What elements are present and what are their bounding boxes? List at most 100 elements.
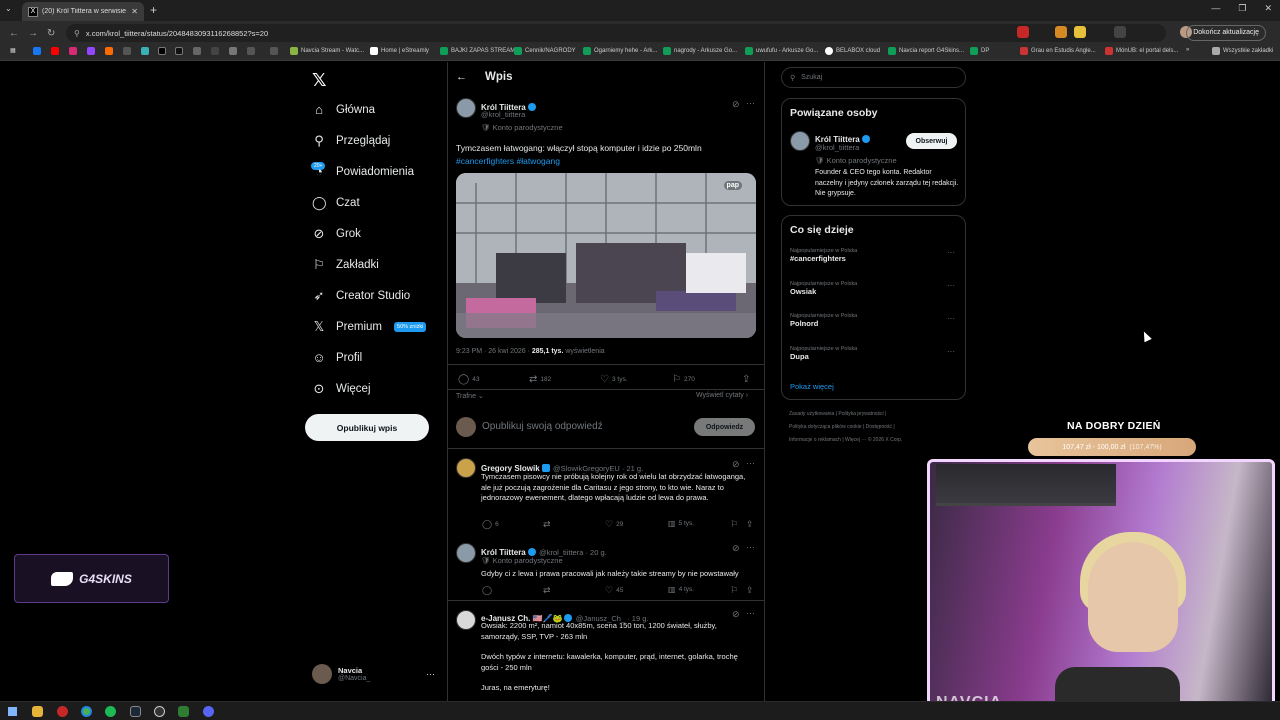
trend-item[interactable]: Najpopularniejsze w Polska Owsiak <box>790 281 857 296</box>
all-bookmarks-folder[interactable]: Wszystkie zakładki <box>1212 47 1273 55</box>
reply-button[interactable]: Odpowiedz <box>694 418 755 436</box>
more-options-icon[interactable]: ··· <box>746 608 755 618</box>
nav-item-profile[interactable]: ☺ Profil <box>312 350 362 365</box>
bookmark-item[interactable]: Home | eStreamly <box>370 47 429 55</box>
post-media-video[interactable]: pap <box>456 173 756 338</box>
bookmark-item[interactable]: Navcia Stream - Watc... <box>290 47 364 55</box>
opera-icon[interactable] <box>57 706 68 717</box>
nav-item-more[interactable]: ⊙ Więcej <box>312 381 371 397</box>
avatar[interactable] <box>456 543 476 563</box>
back-nav-icon[interactable]: ← <box>9 28 19 39</box>
tiktok-icon[interactable] <box>175 47 183 55</box>
discord-icon[interactable] <box>203 706 214 717</box>
bookmark-favicon-icon[interactable] <box>141 47 149 55</box>
account-switcher[interactable]: Navcia @Navcia_ <box>312 664 370 684</box>
more-options-icon[interactable]: ··· <box>746 458 755 468</box>
more-options-icon[interactable]: ··· <box>947 347 955 356</box>
bookmark-favicon-icon[interactable] <box>247 47 255 55</box>
twitch-icon[interactable] <box>87 47 95 55</box>
update-button[interactable]: Dokończ aktualizację <box>1186 25 1266 41</box>
reply-action[interactable]: ◯ 43 <box>458 374 479 385</box>
footer-links[interactable]: Informacje o reklamach | Więcej ··· © 20… <box>789 437 902 443</box>
post-hashtags[interactable]: #cancerfighters #łatwogang <box>456 155 756 168</box>
trend-item[interactable]: Najpopularniejsze w Polska #cancerfighter… <box>790 248 857 263</box>
nav-item-chat[interactable]: ◯ Czat <box>312 195 360 211</box>
facebook-icon[interactable] <box>33 47 41 55</box>
bookmark-favicon-icon[interactable] <box>193 47 201 55</box>
bookmark-item[interactable]: Ogarniemy hehe - Ark... <box>583 47 657 55</box>
post-handle[interactable]: @krol_tiittera <box>481 110 525 119</box>
bookmark-favicon-icon[interactable] <box>123 47 131 55</box>
obs-icon[interactable] <box>154 706 165 717</box>
grok-icon[interactable]: ⊘ <box>732 609 740 620</box>
like-action[interactable]: ♡ 45 <box>605 585 623 596</box>
file-explorer-icon[interactable] <box>32 706 43 717</box>
spotify-icon[interactable] <box>105 706 116 717</box>
reply-action[interactable]: ◯ 6 <box>482 519 499 530</box>
new-tab-icon[interactable]: + <box>150 3 157 17</box>
extension-icon[interactable] <box>1055 26 1067 38</box>
site-info-icon[interactable]: ⚲ <box>74 29 80 38</box>
like-action[interactable]: ♡ 29 <box>605 519 623 530</box>
bookmark-item[interactable]: Grau en Estudis Angle... <box>1020 47 1096 55</box>
bookmark-favicon-icon[interactable] <box>211 47 219 55</box>
x-favicon-icon[interactable] <box>158 47 166 55</box>
extension-icon[interactable] <box>1017 26 1029 38</box>
views-action[interactable]: ▥ 5 tys. <box>668 519 694 528</box>
back-arrow-icon[interactable]: ← <box>456 71 467 83</box>
repost-action[interactable]: ⇄ <box>543 585 551 596</box>
bookmark-item[interactable]: BAJKI ZAPAS STREAM <box>440 47 515 55</box>
nav-item-grok[interactable]: ⊘ Grok <box>312 226 361 242</box>
nav-item-notifications[interactable]: ◔ Powiadomienia <box>312 164 414 179</box>
reply-input[interactable]: Opublikuj swoją odpowiedź <box>482 421 603 432</box>
trend-item[interactable]: Najpopularniejsze w Polska Polnord <box>790 313 857 328</box>
windows-start-icon[interactable] <box>8 707 17 716</box>
avatar[interactable] <box>456 98 476 118</box>
views-action[interactable]: ▥ 4 tys. <box>668 585 694 594</box>
more-options-icon[interactable]: ··· <box>947 281 955 290</box>
related-handle[interactable]: @krol_tiittera <box>815 143 859 152</box>
address-bar[interactable]: ⚲ x.com/krol_tiittera/status/20484830931… <box>66 24 1166 42</box>
view-quotes-link[interactable]: Wyświetl cytaty › <box>696 392 748 399</box>
share-action[interactable]: ⇪ <box>746 519 754 530</box>
apps-icon[interactable]: ▦ <box>10 47 16 54</box>
bookmark-item[interactable]: Cennik/NAGRODY <box>514 47 576 55</box>
trend-item[interactable]: Najpopularniejsze w Polska Dupa <box>790 346 857 361</box>
close-tab-icon[interactable]: ✕ <box>131 7 138 16</box>
like-action[interactable]: ♡ 3 tys. <box>600 374 628 385</box>
bookmark-item[interactable]: uwufufu - Arkusze Go... <box>745 47 818 55</box>
grok-icon[interactable]: ⊘ <box>732 459 740 470</box>
bookmark-action[interactable]: ⚐ <box>730 519 738 530</box>
repost-action[interactable]: ⇄ <box>543 519 551 530</box>
show-more-link[interactable]: Pokaż więcej <box>790 382 834 391</box>
follow-button[interactable]: Obserwuj <box>906 133 957 149</box>
bookmark-item[interactable]: DP <box>970 47 989 55</box>
app-icon[interactable] <box>178 706 189 717</box>
bookmark-favicon-icon[interactable] <box>105 47 113 55</box>
bookmark-action[interactable]: ⚐ <box>730 585 738 596</box>
youtube-icon[interactable] <box>51 47 59 55</box>
x-logo-icon[interactable]: 𝕏 <box>312 70 327 91</box>
bookmark-item[interactable]: nagrody - Arkusze Go... <box>663 47 737 55</box>
grok-icon[interactable]: ⊘ <box>732 543 740 554</box>
tab-list-icon[interactable]: ⌄ <box>5 4 12 13</box>
bookmark-favicon-icon[interactable] <box>229 47 237 55</box>
more-options-icon[interactable]: ··· <box>746 542 755 552</box>
bookmarks-overflow-icon[interactable]: » <box>1186 47 1189 53</box>
nav-item-creator-studio[interactable]: ➶ Creator Studio <box>312 288 411 304</box>
more-options-icon[interactable]: ··· <box>746 98 755 108</box>
repost-action[interactable]: ⇄ 182 <box>529 374 551 385</box>
nav-item-premium[interactable]: 𝕏 Premium 50% zniżki <box>312 319 427 335</box>
extension-icon[interactable] <box>1074 26 1086 38</box>
bookmark-item[interactable]: BELABOX cloud <box>825 47 880 55</box>
share-action[interactable]: ⇪ <box>742 374 750 385</box>
post-button[interactable]: Opublikuj wpis <box>305 414 429 441</box>
avatar[interactable] <box>456 458 476 478</box>
browser-tab[interactable]: X (20) Król Tiittera w serwisie X ✕ <box>22 2 144 21</box>
bookmark-action[interactable]: ⚐ 270 <box>672 374 695 385</box>
avatar[interactable] <box>790 131 810 151</box>
instagram-icon[interactable] <box>69 47 77 55</box>
extension-icon[interactable] <box>1114 26 1126 38</box>
search-input[interactable]: ⚲ Szukaj <box>781 67 966 88</box>
bookmark-favicon-icon[interactable] <box>270 47 278 55</box>
